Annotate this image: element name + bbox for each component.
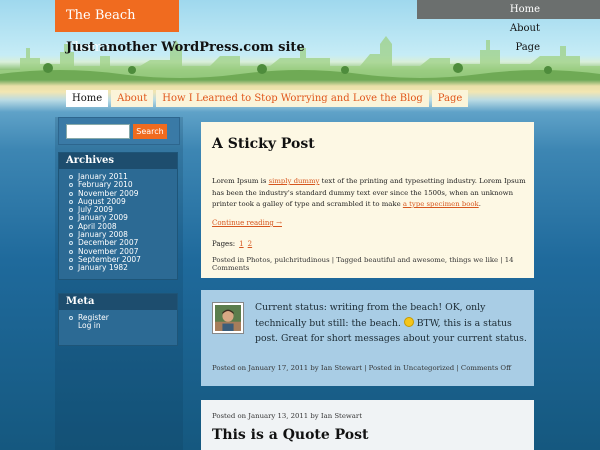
- inline-link[interactable]: a type specimen book: [403, 200, 479, 208]
- meta-list: Register Log in: [59, 310, 177, 337]
- bullet-icon: [69, 191, 73, 196]
- archive-link[interactable]: January 1982: [69, 264, 177, 272]
- sticky-post: A Sticky Post Lorem Ipsum is simply dumm…: [201, 122, 534, 278]
- site-tagline: Just another WordPress.com site: [66, 40, 305, 55]
- bullet-icon: [69, 199, 73, 204]
- top-menu: Home About Page: [417, 0, 600, 57]
- main-navigation: Home About How I Learned to Stop Worryin…: [66, 90, 471, 107]
- meta-link-login[interactable]: Log in: [69, 322, 177, 330]
- nav-tab-how-i-learned[interactable]: How I Learned to Stop Worrying and Love …: [156, 90, 429, 107]
- bullet-icon: [69, 316, 73, 320]
- meta-title: Meta: [59, 294, 177, 310]
- search-input[interactable]: [66, 124, 130, 139]
- nav-tab-about[interactable]: About: [111, 90, 154, 107]
- continue-reading-link[interactable]: Continue reading →: [212, 219, 282, 227]
- post-title[interactable]: This is a Quote Post: [212, 427, 369, 443]
- bullet-icon: [69, 257, 73, 262]
- bullet-icon: [69, 175, 73, 179]
- bullet-icon: [69, 241, 73, 246]
- archives-widget: Archives January 2011 February 2010 Nove…: [58, 152, 178, 280]
- pagination: Pages: 1 2: [212, 240, 253, 248]
- nav-tab-page[interactable]: Page: [431, 90, 469, 107]
- post-meta: Posted in Photos, pulchritudinous | Tagg…: [212, 256, 514, 272]
- avatar-photo-icon: [215, 305, 241, 331]
- post-meta: Posted on January 13, 2011 by Ian Stewar…: [212, 412, 362, 420]
- bullet-icon: [69, 249, 73, 254]
- top-menu-item-page[interactable]: Page: [417, 38, 600, 57]
- bullet-icon: [69, 216, 73, 221]
- inline-link[interactable]: simply dummy: [269, 177, 320, 185]
- top-menu-item-home[interactable]: Home: [417, 0, 600, 19]
- bullet-icon: [69, 266, 73, 271]
- search-button[interactable]: Search: [133, 124, 167, 139]
- bullet-icon: [69, 224, 73, 229]
- status-post: Current status: writing from the beach! …: [201, 290, 534, 386]
- meta-widget: Meta Register Log in: [58, 293, 178, 346]
- archives-title: Archives: [59, 153, 177, 169]
- status-body: Current status: writing from the beach! …: [255, 302, 527, 344]
- post-title[interactable]: A Sticky Post: [212, 136, 315, 152]
- bullet-icon: [69, 183, 73, 188]
- top-menu-item-about[interactable]: About: [417, 19, 600, 38]
- bullet-icon: [69, 233, 73, 238]
- bullet-icon: [69, 208, 73, 213]
- smiley-icon: [403, 316, 414, 327]
- post-body: Lorem Ipsum is simply dummy text of the …: [212, 177, 526, 208]
- archives-list: January 2011 February 2010 November 2009…: [59, 169, 177, 279]
- avatar[interactable]: [212, 302, 244, 334]
- page-link[interactable]: 2: [248, 240, 252, 248]
- page-link[interactable]: 1: [239, 240, 243, 248]
- site-title[interactable]: The Beach Theme: [55, 0, 179, 55]
- post-meta: Posted on January 17, 2011 by Ian Stewar…: [212, 364, 511, 372]
- quote-post: Posted on January 13, 2011 by Ian Stewar…: [201, 400, 534, 450]
- nav-tab-home[interactable]: Home: [66, 90, 109, 107]
